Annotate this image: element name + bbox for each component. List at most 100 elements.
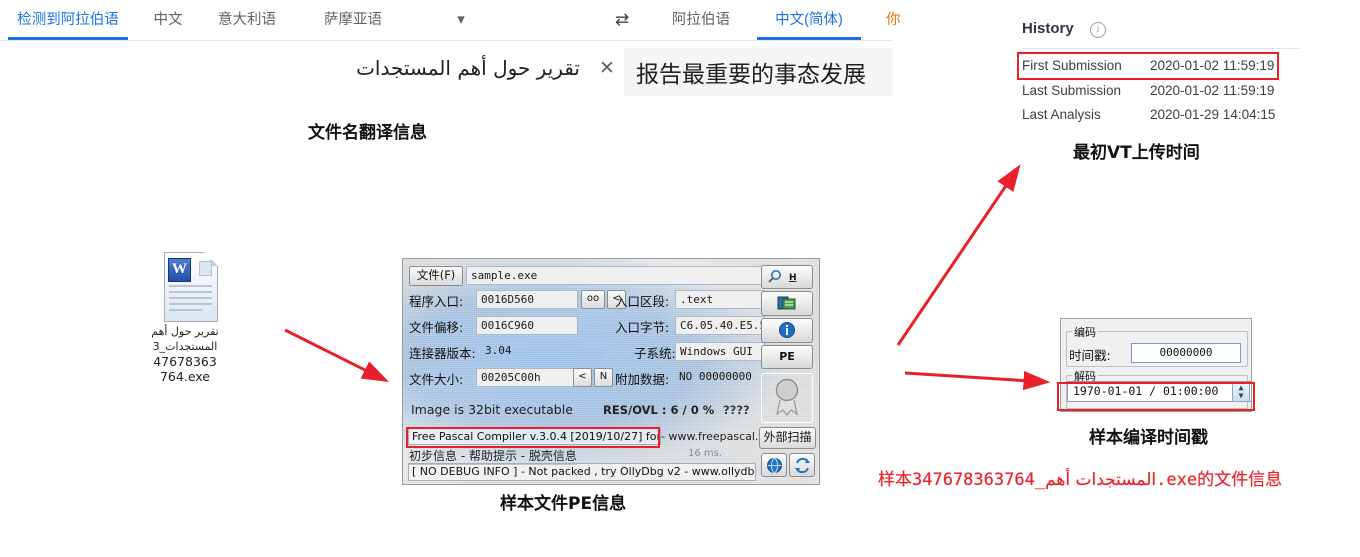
source-lang-tab-italian-label: 意大利语 <box>218 12 276 28</box>
pe-file-menu-button[interactable]: 文件(F) <box>409 266 463 286</box>
pe-field-entrybytes[interactable]: C6.05.40.E5.56 <box>675 316 765 335</box>
pe-button-n[interactable]: N <box>594 368 613 387</box>
caption-sample-compile-timestamp: 样本编译时间戳 <box>1089 428 1208 448</box>
pe-label-linkerversion: 连接器版本: <box>409 346 476 361</box>
table-row: First Submission 2020-01-02 11:59:19 <box>1022 58 1302 78</box>
pe-field-filesize[interactable]: 00205C00h <box>476 368 578 387</box>
file-icon-label-line-3: 47678363 <box>153 354 217 369</box>
file-icon-label-line-1: تقرير حول أهم <box>151 325 219 338</box>
target-lang-tab-truncated[interactable]: 你 <box>886 0 900 40</box>
history-row-value: 2020-01-02 11:59:19 <box>1150 58 1275 73</box>
source-lang-tab-chinese-label: 中文 <box>153 12 183 28</box>
pe-button-prev-2[interactable]: < <box>573 368 592 387</box>
pe-compiler-text: Free Pascal Compiler v.3.0.4 [2019/10/27… <box>408 428 661 445</box>
refresh-icon[interactable] <box>789 453 815 477</box>
source-lang-tab-chinese[interactable]: 中文 <box>142 0 194 40</box>
pe-label-overlay: 附加数据: <box>615 372 670 387</box>
magnifier-icon[interactable]: H <box>761 265 813 289</box>
caption-first-vt-upload-time: 最初VT上传时间 <box>1073 143 1200 163</box>
timestamp-label: 时间戳: <box>1069 348 1111 363</box>
arrow-pe-to-history <box>896 164 1021 346</box>
external-scan-button[interactable]: 外部扫描 <box>759 427 816 449</box>
doc-line <box>169 285 212 287</box>
history-row-label: Last Submission <box>1022 83 1122 98</box>
file-icon-label-line-2: المستجدات_3 <box>152 340 218 353</box>
magnifier-hotkey-label: H <box>789 273 797 283</box>
word-document-icon: W <box>164 252 218 322</box>
pe-button[interactable]: PE <box>761 345 813 369</box>
pe-image-type-text: Image is 32bit executable <box>411 402 573 417</box>
pe-unknown-text: ???? <box>723 403 750 417</box>
table-row: Last Analysis 2020-01-29 14:04:15 <box>1022 107 1302 127</box>
target-lang-tab-chinese-simplified[interactable]: 中文(简体) <box>757 0 861 40</box>
source-lang-tab-detected[interactable]: 检测到阿拉伯语 <box>8 0 128 40</box>
pe-res-ovl-text: RES/OVL : 6 / 0 % <box>603 403 715 417</box>
pe-debug-row: [ NO DEBUG INFO ] - Not packed , try Oll… <box>408 463 756 481</box>
arrow-icon-to-pe <box>284 328 390 383</box>
history-divider <box>1022 48 1300 49</box>
pe-label-entrysection: 入口区段: <box>615 294 670 309</box>
history-row-value: 2020-01-29 14:04:15 <box>1150 107 1276 122</box>
doc-thumb-square <box>199 261 212 276</box>
globe-icon[interactable] <box>761 453 787 477</box>
red-note-prefix: 样本347678363764_ <box>878 470 1046 490</box>
history-row-label: First Submission <box>1022 58 1122 73</box>
red-note-arabic: المستجدات أهم <box>1045 470 1157 490</box>
copy-sections-icon[interactable] <box>761 291 813 316</box>
chevron-down-icon[interactable]: ▾ <box>441 0 481 40</box>
pe-field-subsystem[interactable]: Windows GUI <box>675 342 765 361</box>
red-note-suffix: .exe的文件信息 <box>1156 470 1283 490</box>
pe-label-fileoffset: 文件偏移: <box>409 320 464 335</box>
source-lang-tab-italian[interactable]: 意大利语 <box>212 0 282 40</box>
source-text-pane[interactable]: تقرير حول أهم المستجدات ✕ <box>300 48 620 90</box>
timestamp-converter-window: 编码 时间戳: 00000000 解码 1970-01-01 / 01:00:0… <box>1060 318 1252 412</box>
source-lang-tab-detected-label: 检测到阿拉伯语 <box>17 12 119 28</box>
vt-history-card: History i First Submission 2020-01-02 11… <box>1012 8 1302 122</box>
history-row-label: Last Analysis <box>1022 107 1101 122</box>
info-glyph <box>779 322 795 338</box>
magnifier-glyph: H <box>768 270 797 283</box>
translate-bar-divider <box>0 40 893 41</box>
file-icon-label-line-4: 764.exe <box>159 369 210 384</box>
spinner-updown-icon[interactable]: ▲ ▼ <box>1232 383 1250 402</box>
doc-line <box>169 303 212 305</box>
table-row: Last Submission 2020-01-02 11:59:19 <box>1022 83 1302 103</box>
seal-glyph <box>775 378 799 417</box>
info-icon[interactable] <box>761 318 813 343</box>
target-lang-tab-truncated-label: 你 <box>886 12 900 28</box>
pe-field-overlay[interactable]: NO 00000000 <box>675 368 763 385</box>
copy-sections-glyph <box>777 296 796 310</box>
refresh-glyph <box>794 457 810 473</box>
pe-field-linkerversion[interactable]: 3.04 <box>481 342 576 359</box>
pe-timing-text: 16 ms. <box>688 448 723 459</box>
pe-label-entrypoint: 程序入口: <box>409 294 464 309</box>
caption-sample-pe-info: 样本文件PE信息 <box>500 494 627 514</box>
target-lang-tab-chinese-simplified-label: 中文(简体) <box>775 12 843 28</box>
timestamp-input[interactable]: 00000000 <box>1131 343 1241 363</box>
decoded-datetime-field[interactable]: 1970-01-01 / 01:00:00 ▲ ▼ <box>1067 381 1252 402</box>
pe-field-entrypoint[interactable]: 0016D560 <box>476 290 578 309</box>
seal-award-icon[interactable] <box>761 373 813 423</box>
pe-filename-field[interactable]: sample.exe <box>466 266 764 285</box>
target-lang-tab-arabic-label: 阿拉伯语 <box>672 12 730 28</box>
globe-glyph <box>766 457 782 473</box>
decoded-datetime-value: 1970-01-01 / 01:00:00 <box>1073 384 1219 398</box>
word-badge: W <box>168 258 191 282</box>
pe-field-fileoffset[interactable]: 0016C960 <box>476 316 578 335</box>
swap-languages-icon[interactable]: ⇄ <box>605 0 639 40</box>
pe-compiler-url: - www.freepascal. <box>661 430 759 443</box>
caption-filename-translation: 文件名翻译信息 <box>308 123 427 143</box>
pe-button-oo[interactable]: oo <box>581 290 605 309</box>
pe-label-filesize: 文件大小: <box>409 372 464 387</box>
close-icon[interactable]: ✕ <box>594 56 620 82</box>
info-circle-icon[interactable]: i <box>1090 22 1106 38</box>
target-lang-tab-arabic[interactable]: 阿拉伯语 <box>660 0 742 40</box>
source-text: تقرير حول أهم المستجدات <box>356 56 580 80</box>
desktop-file-icon[interactable]: W تقرير حول أهم المستجدات_3 47678363 764… <box>140 252 230 387</box>
pe-info-window: 文件(F) sample.exe 程序入口: 0016D560 oo < 文件偏… <box>402 258 820 485</box>
source-lang-tab-samoan[interactable]: 萨摩亚语 <box>318 0 388 40</box>
doc-line <box>169 309 202 311</box>
pe-field-entrysection[interactable]: .text <box>675 290 765 309</box>
history-row-value: 2020-01-02 11:59:19 <box>1150 83 1275 98</box>
arrow-pe-to-timestamp <box>904 370 1051 391</box>
